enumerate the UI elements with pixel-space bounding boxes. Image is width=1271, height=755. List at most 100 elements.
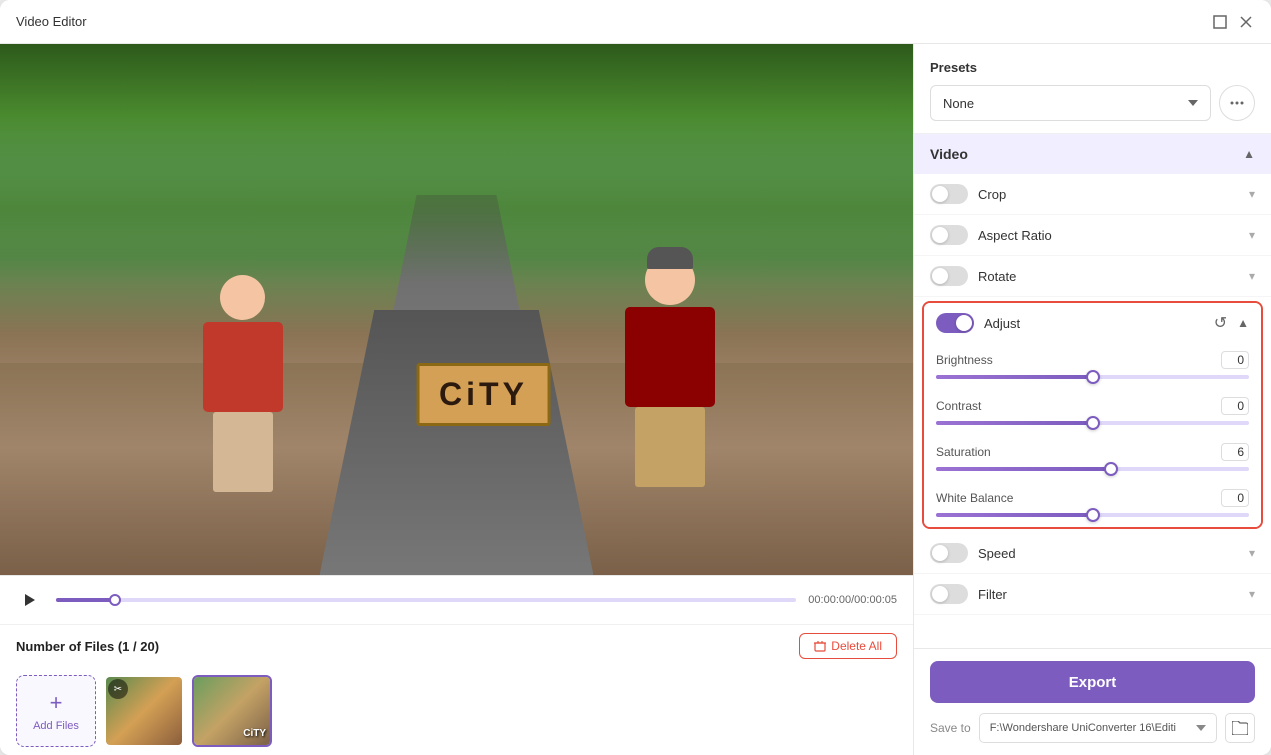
saturation-fill [936,467,1111,471]
video-chevron-up-icon: ▲ [1243,147,1255,161]
white-balance-thumb [1086,508,1100,522]
adjust-toggle[interactable] [936,313,974,333]
window-controls [1211,13,1255,31]
saturation-track[interactable] [936,467,1249,471]
brightness-fill [936,375,1093,379]
reset-icon[interactable]: ↺ [1214,313,1227,333]
brightness-track[interactable] [936,375,1249,379]
rotate-row[interactable]: Rotate ▾ [914,256,1271,297]
person-left [183,275,303,495]
contrast-fill [936,421,1093,425]
crop-row[interactable]: Crop ▾ [914,174,1271,215]
trees-top [0,44,913,283]
progress-track[interactable] [56,598,796,602]
file-bar: Number of Files (1 / 20) Delete All [0,624,913,667]
contrast-track[interactable] [936,421,1249,425]
folder-button[interactable] [1225,713,1255,743]
speed-toggle[interactable] [930,543,968,563]
export-section: Export Save to F:\Wondershare UniConvert… [914,648,1271,755]
window-title: Video Editor [16,14,87,29]
add-files-label: Add Files [33,720,79,732]
trash-icon [814,640,826,652]
video-preview: CiTY [0,44,913,575]
saturation-row: Saturation 6 [924,435,1261,481]
brightness-label-row: Brightness 0 [936,351,1249,369]
presets-more-button[interactable] [1219,85,1255,121]
video-section-title: Video [930,146,1237,162]
brightness-value[interactable]: 0 [1221,351,1249,369]
white-balance-value[interactable]: 0 [1221,489,1249,507]
plus-icon: + [50,690,63,716]
filter-label: Filter [978,587,1239,602]
main-panel: CiTY 00:00:00/00:00:05 Number of Files (… [0,44,913,755]
rotate-chevron-icon: ▾ [1249,269,1255,283]
save-to-label: Save to [930,721,971,735]
filter-toggle-knob [932,586,948,602]
right-panel: Presets None Preset 1 [913,44,1271,755]
playback-bar: 00:00:00/00:00:05 [0,575,913,624]
speed-chevron-icon: ▾ [1249,546,1255,560]
add-files-button[interactable]: + Add Files [16,675,96,747]
aspect-ratio-toggle[interactable] [930,225,968,245]
close-button[interactable] [1237,13,1255,31]
white-balance-label-row: White Balance 0 [936,489,1249,507]
progress-fill [56,598,115,602]
filter-row[interactable]: Filter ▾ [914,574,1271,615]
rotate-toggle-knob [932,268,948,284]
adjust-section: Adjust ↺ ▲ Brightness 0 [922,301,1263,529]
crop-toggle[interactable] [930,184,968,204]
filter-toggle[interactable] [930,584,968,604]
rotate-toggle[interactable] [930,266,968,286]
maximize-button[interactable] [1211,13,1229,31]
crop-chevron-icon: ▾ [1249,187,1255,201]
video-editor-window: Video Editor [0,0,1271,755]
saturation-label-row: Saturation 6 [936,443,1249,461]
adjust-toggle-knob [956,315,972,331]
white-balance-track[interactable] [936,513,1249,517]
brightness-thumb [1086,370,1100,384]
delete-all-label: Delete All [831,639,882,653]
contrast-row: Contrast 0 [924,389,1261,435]
presets-label: Presets [930,60,1255,75]
save-to-row: Save to F:\Wondershare UniConverter 16\E… [930,713,1255,743]
file-count-label: Number of Files (1 / 20) [16,639,159,654]
ellipsis-icon [1228,94,1246,112]
filter-chevron-icon: ▾ [1249,587,1255,601]
thumbnail-2[interactable]: CiTY [192,675,272,747]
saturation-label: Saturation [936,445,991,459]
brightness-row: Brightness 0 [924,343,1261,389]
adjust-chevron-up-icon: ▲ [1237,316,1249,330]
person-right [610,255,730,495]
speed-row[interactable]: Speed ▾ [914,533,1271,574]
scrollable-options[interactable]: Video ▲ Crop ▾ Aspect Ratio [914,134,1271,648]
folder-icon [1232,721,1248,735]
white-balance-row: White Balance 0 [924,481,1261,527]
content-area: CiTY 00:00:00/00:00:05 Number of Files (… [0,44,1271,755]
contrast-label: Contrast [936,399,981,413]
export-button[interactable]: Export [930,661,1255,703]
aspect-ratio-chevron-icon: ▾ [1249,228,1255,242]
presets-select[interactable]: None Preset 1 [930,85,1211,121]
presets-row: None Preset 1 [930,85,1255,121]
saturation-value[interactable]: 6 [1221,443,1249,461]
save-to-path[interactable]: F:\Wondershare UniConverter 16\Editi [979,713,1217,743]
aspect-ratio-row[interactable]: Aspect Ratio ▾ [914,215,1271,256]
adjust-header[interactable]: Adjust ↺ ▲ [924,303,1261,343]
aspect-ratio-label: Aspect Ratio [978,228,1239,243]
brightness-label: Brightness [936,353,993,367]
progress-thumb [109,594,121,606]
video-section-header[interactable]: Video ▲ [914,134,1271,174]
thumb-city-text: CiTY [243,728,266,739]
play-button[interactable] [16,586,44,614]
contrast-thumb [1086,416,1100,430]
thumbnails-bar: + Add Files ✂ CiTY [0,667,913,755]
speed-toggle-knob [932,545,948,561]
saturation-thumb [1104,462,1118,476]
aspect-ratio-toggle-knob [932,227,948,243]
white-balance-label: White Balance [936,491,1013,505]
thumbnail-1[interactable]: ✂ [104,675,184,747]
delete-all-button[interactable]: Delete All [799,633,897,659]
save-path-text: F:\Wondershare UniConverter 16\Editi [990,722,1176,734]
contrast-value[interactable]: 0 [1221,397,1249,415]
adjust-title: Adjust [984,316,1204,331]
